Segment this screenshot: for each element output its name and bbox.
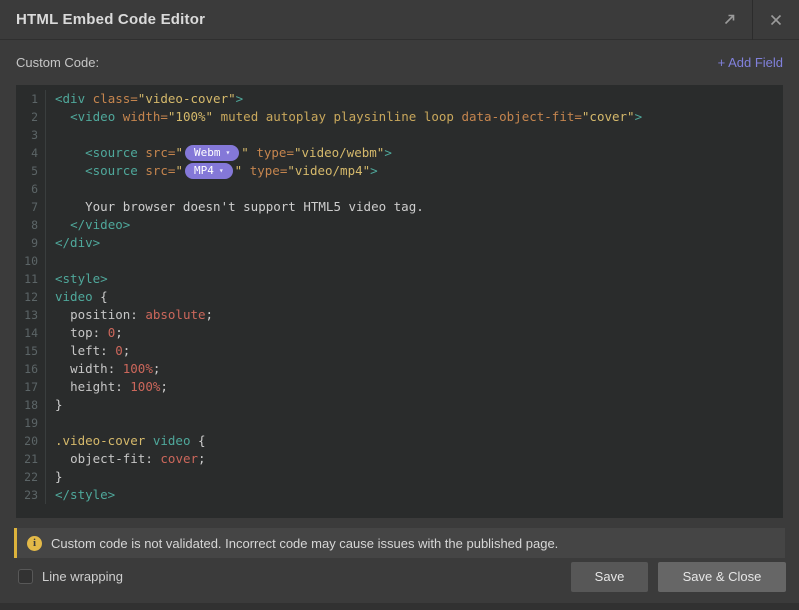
close-icon	[769, 13, 783, 27]
code-line-content: .video-cover video {	[46, 432, 206, 450]
line-number: 12	[16, 288, 46, 306]
code-line-content: <source src="MP4▾" type="video/mp4">	[46, 162, 378, 180]
code-line-content: }	[46, 396, 63, 414]
code-line-content	[46, 252, 55, 270]
line-number: 14	[16, 324, 46, 342]
html-embed-code-editor-dialog: HTML Embed Code Editor Custom Code: + Ad…	[0, 0, 799, 610]
line-number: 7	[16, 198, 46, 216]
code-line: 13 position: absolute;	[16, 306, 783, 324]
code-line: 3	[16, 126, 783, 144]
code-line-content: Your browser doesn't support HTML5 video…	[46, 198, 424, 216]
chevron-down-icon: ▾	[225, 145, 230, 161]
code-line: 9</div>	[16, 234, 783, 252]
code-line: 10	[16, 252, 783, 270]
warning-bar: i Custom code is not validated. Incorrec…	[14, 528, 785, 558]
line-number: 11	[16, 270, 46, 288]
code-line: 22}	[16, 468, 783, 486]
line-number: 22	[16, 468, 46, 486]
webm-source-dropdown[interactable]: Webm▾	[185, 145, 239, 161]
code-line: 19	[16, 414, 783, 432]
line-number: 16	[16, 360, 46, 378]
save-button[interactable]: Save	[571, 562, 648, 592]
add-field-button[interactable]: + Add Field	[718, 55, 783, 70]
line-wrapping-option[interactable]: Line wrapping	[18, 569, 123, 584]
code-line-content: <div class="video-cover">	[46, 90, 243, 108]
code-line: 23</style>	[16, 486, 783, 504]
line-number: 8	[16, 216, 46, 234]
code-line-content: </div>	[46, 234, 100, 252]
expand-button[interactable]	[706, 0, 752, 40]
line-number: 4	[16, 144, 46, 162]
code-line-content: top: 0;	[46, 324, 123, 342]
code-line: 21 object-fit: cover;	[16, 450, 783, 468]
line-number: 19	[16, 414, 46, 432]
line-number: 20	[16, 432, 46, 450]
line-number: 9	[16, 234, 46, 252]
code-line: 18}	[16, 396, 783, 414]
code-line-content: video {	[46, 288, 108, 306]
code-line: 14 top: 0;	[16, 324, 783, 342]
code-line-content: <style>	[46, 270, 108, 288]
custom-code-label: Custom Code:	[16, 55, 99, 70]
code-line: 16 width: 100%;	[16, 360, 783, 378]
line-number: 3	[16, 126, 46, 144]
code-line-content: height: 100%;	[46, 378, 168, 396]
line-number: 6	[16, 180, 46, 198]
code-line: 20.video-cover video {	[16, 432, 783, 450]
line-number: 5	[16, 162, 46, 180]
code-line-content: </style>	[46, 486, 115, 504]
code-line: 1<div class="video-cover">	[16, 90, 783, 108]
code-line-content: position: absolute;	[46, 306, 213, 324]
action-buttons: Save Save & Close	[571, 562, 786, 592]
code-line: 17 height: 100%;	[16, 378, 783, 396]
line-number: 18	[16, 396, 46, 414]
code-line: 11<style>	[16, 270, 783, 288]
mp4-source-dropdown[interactable]: MP4 ▾	[185, 163, 233, 179]
code-line-content: <source src="Webm▾" type="video/webm">	[46, 144, 392, 162]
expand-diagonal-icon	[722, 12, 737, 27]
titlebar: HTML Embed Code Editor	[0, 0, 799, 40]
code-line: 4 <source src="Webm▾" type="video/webm">	[16, 144, 783, 162]
line-number: 17	[16, 378, 46, 396]
code-line: 2 <video width="100%" muted autoplay pla…	[16, 108, 783, 126]
dialog-title: HTML Embed Code Editor	[0, 11, 706, 28]
code-line: 5 <source src="MP4▾" type="video/mp4">	[16, 162, 783, 180]
dialog-bottom-edge	[0, 603, 799, 610]
code-line-content: width: 100%;	[46, 360, 160, 378]
line-number: 23	[16, 486, 46, 504]
line-number: 15	[16, 342, 46, 360]
code-line: 12video {	[16, 288, 783, 306]
line-number: 2	[16, 108, 46, 126]
line-number: 13	[16, 306, 46, 324]
code-line-content: object-fit: cover;	[46, 450, 206, 468]
close-button[interactable]	[753, 0, 799, 40]
line-wrapping-checkbox[interactable]	[18, 569, 33, 584]
chevron-down-icon: ▾	[219, 163, 224, 179]
footer: Line wrapping Save Save & Close	[0, 558, 799, 603]
info-icon: i	[27, 536, 42, 551]
code-line: 8 </video>	[16, 216, 783, 234]
code-line: 7 Your browser doesn't support HTML5 vid…	[16, 198, 783, 216]
pill-label: Webm	[194, 145, 221, 161]
code-line-content	[46, 180, 55, 198]
save-and-close-button[interactable]: Save & Close	[658, 562, 786, 592]
code-line-content: <video width="100%" muted autoplay plays…	[46, 108, 642, 126]
code-line-content: left: 0;	[46, 342, 130, 360]
subheader: Custom Code: + Add Field	[0, 40, 799, 85]
code-line-content: </video>	[46, 216, 130, 234]
code-line-content	[46, 414, 55, 432]
pill-label: MP4	[194, 163, 214, 179]
line-number: 10	[16, 252, 46, 270]
line-wrapping-label: Line wrapping	[42, 569, 123, 584]
code-editor[interactable]: 1<div class="video-cover">2 <video width…	[16, 85, 783, 518]
line-number: 21	[16, 450, 46, 468]
code-line-content: }	[46, 468, 63, 486]
code-line-content	[46, 126, 55, 144]
code-line: 15 left: 0;	[16, 342, 783, 360]
line-number: 1	[16, 90, 46, 108]
warning-text: Custom code is not validated. Incorrect …	[51, 536, 558, 551]
code-line: 6	[16, 180, 783, 198]
